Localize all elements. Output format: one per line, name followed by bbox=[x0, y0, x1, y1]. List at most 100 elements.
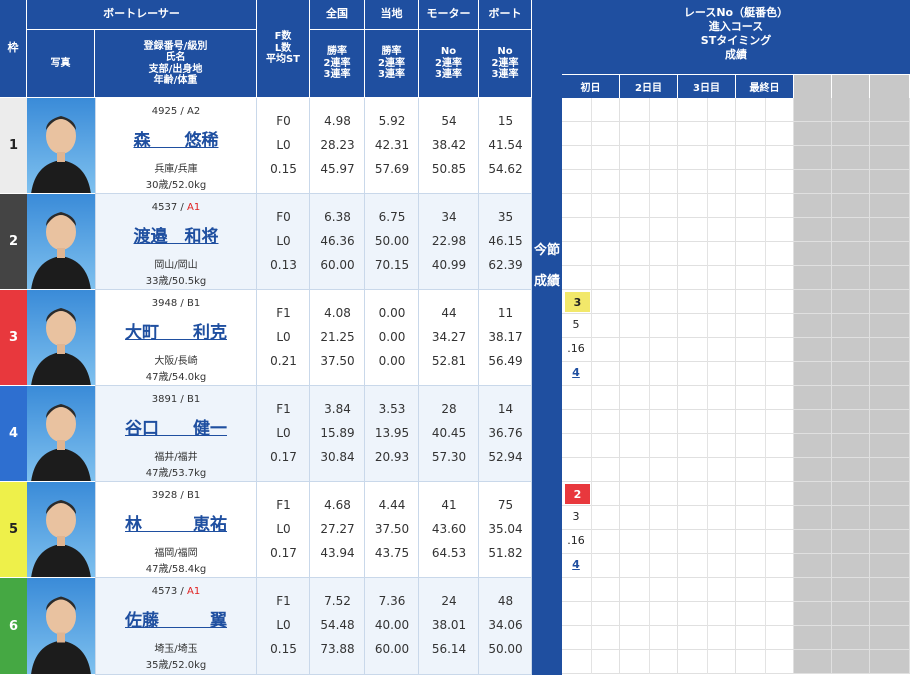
result-grid-cell bbox=[870, 362, 910, 386]
header-local-rates: 勝率 2連率 3連率 bbox=[365, 30, 419, 98]
result-grid-divider bbox=[649, 650, 650, 674]
result-grid-divider bbox=[765, 506, 766, 530]
result-grid-divider bbox=[649, 98, 650, 122]
result-grid-divider bbox=[649, 194, 650, 218]
result-grid-divider bbox=[707, 170, 708, 194]
header-rate-line: No bbox=[440, 46, 457, 58]
stat-loc-2: 0.00 bbox=[378, 330, 406, 344]
racer-photo bbox=[27, 386, 95, 482]
stat-loc-3: 0.00 bbox=[378, 354, 406, 368]
result-grid-divider bbox=[649, 242, 650, 266]
result-grid-divider bbox=[591, 410, 592, 434]
result-grid-cell bbox=[870, 314, 910, 338]
stat-f-1: F0 bbox=[276, 210, 291, 224]
stat-motor-3: 64.53 bbox=[431, 546, 467, 560]
result-grid-cell bbox=[794, 602, 832, 626]
stat-nat-1: 4.08 bbox=[324, 306, 351, 320]
waku-number: 6 bbox=[0, 578, 27, 675]
result-grid-cell bbox=[870, 482, 910, 506]
result-grid-divider bbox=[765, 242, 766, 266]
result-grid-cell bbox=[794, 482, 832, 506]
stat-motor-2: 38.42 bbox=[431, 138, 467, 152]
st-timing: .16 bbox=[567, 534, 585, 547]
stat-nat-2: 28.23 bbox=[320, 138, 355, 152]
result-grid-cell bbox=[794, 554, 832, 578]
stat-boat-2: 34.06 bbox=[488, 618, 523, 632]
stat-motor-3: 50.85 bbox=[431, 162, 467, 176]
result-grid-divider bbox=[649, 386, 650, 410]
waku-number: 3 bbox=[0, 290, 27, 386]
stat-boat-3: 54.62 bbox=[488, 162, 523, 176]
result-grid-divider bbox=[707, 122, 708, 146]
info-separator bbox=[95, 290, 257, 386]
result-grid-divider bbox=[649, 578, 650, 602]
stat-loc-2: 40.00 bbox=[374, 618, 410, 632]
result-grid-divider bbox=[591, 434, 592, 458]
stat-loc-2: 37.50 bbox=[374, 522, 410, 536]
stat-f-1: F0 bbox=[276, 114, 291, 128]
result-grid-divider bbox=[649, 146, 650, 170]
result-grid-divider bbox=[707, 266, 708, 290]
stat-motor-1: 24 bbox=[441, 594, 457, 608]
stat-boat-2: 35.04 bbox=[488, 522, 523, 536]
result-grid-cell bbox=[832, 146, 870, 170]
stat-boat-1: 15 bbox=[497, 114, 514, 128]
result-grid-divider bbox=[591, 314, 592, 338]
stat-boat-3: 51.82 bbox=[488, 546, 523, 560]
result-grid-divider bbox=[765, 290, 766, 314]
racer-photo-image bbox=[31, 116, 91, 193]
race-result-link[interactable]: 4 bbox=[562, 558, 590, 574]
header-rate-line: 2連率 bbox=[435, 57, 462, 69]
result-grid-cell bbox=[832, 170, 870, 194]
result-grid-divider bbox=[649, 290, 650, 314]
result-grid-cell bbox=[832, 458, 870, 482]
result-grid-divider bbox=[649, 626, 650, 650]
result-grid-cell bbox=[794, 530, 832, 554]
stat-nat-2: 21.25 bbox=[320, 330, 355, 344]
result-grid-divider bbox=[765, 146, 766, 170]
header-rate-line: 3連率 bbox=[323, 69, 351, 81]
stat-boat-2: 46.15 bbox=[488, 234, 523, 248]
race-number-badge[interactable]: 2 bbox=[565, 484, 590, 504]
result-grid-cell bbox=[832, 386, 870, 410]
result-grid-divider bbox=[591, 218, 592, 242]
race-result-link[interactable]: 4 bbox=[562, 366, 590, 382]
result-grid-divider bbox=[765, 266, 766, 290]
stat-nat-3: 60.00 bbox=[320, 258, 355, 272]
race-number-badge[interactable]: 3 bbox=[565, 292, 590, 312]
header-motor: モーター bbox=[419, 0, 479, 30]
stat-f-3: 0.15 bbox=[270, 642, 297, 656]
result-grid-cell bbox=[794, 194, 832, 218]
result-grid-cell bbox=[794, 266, 832, 290]
result-grid-cell bbox=[870, 290, 910, 314]
header-race-info-line: レースNo（艇番色） bbox=[683, 6, 789, 19]
result-grid-divider bbox=[765, 338, 766, 362]
result-grid-cell bbox=[794, 506, 832, 530]
header-national: 全国 bbox=[310, 0, 365, 30]
result-grid-cell bbox=[794, 410, 832, 434]
result-grid-cell bbox=[870, 98, 910, 122]
result-grid-divider bbox=[649, 170, 650, 194]
result-grid-cell bbox=[870, 122, 910, 146]
result-grid-divider bbox=[649, 506, 650, 530]
result-grid-cell bbox=[870, 626, 910, 650]
result-grid-divider bbox=[707, 290, 708, 314]
result-grid-divider bbox=[765, 122, 766, 146]
stat-nat-2: 27.27 bbox=[320, 522, 355, 536]
result-grid-cell bbox=[832, 122, 870, 146]
stat-loc-1: 7.36 bbox=[378, 594, 406, 608]
result-grid-divider bbox=[591, 146, 592, 170]
waku-number: 1 bbox=[0, 98, 27, 194]
racer-photo-image bbox=[31, 500, 91, 577]
result-grid-divider bbox=[707, 386, 708, 410]
stat-motor-1: 54 bbox=[441, 114, 457, 128]
result-grid-cell bbox=[870, 266, 910, 290]
waku-number: 2 bbox=[0, 194, 27, 290]
result-grid-cell bbox=[832, 410, 870, 434]
result-grid-divider bbox=[707, 434, 708, 458]
result-grid-divider bbox=[765, 554, 766, 578]
header-f-line: L数 bbox=[274, 42, 292, 54]
header-rate-line: 2連率 bbox=[491, 57, 519, 69]
racer-photo-image bbox=[31, 212, 91, 289]
result-grid-cell bbox=[794, 626, 832, 650]
